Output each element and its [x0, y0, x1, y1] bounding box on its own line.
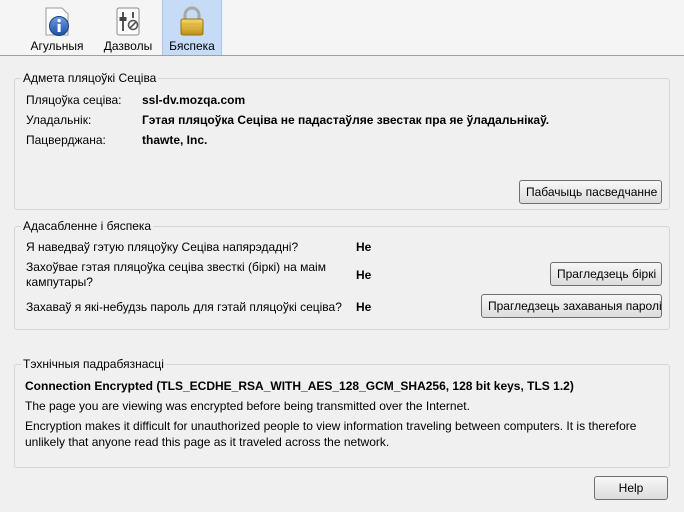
- view-certificate-button[interactable]: Пабачыць пасведчанне: [519, 180, 662, 204]
- tab-general[interactable]: Агульныя: [22, 0, 92, 55]
- website-value: ssl-dv.mozqa.com: [142, 93, 246, 107]
- privacy-title: Адасабленне і бяспека: [21, 219, 154, 233]
- owner-value: Гэтая пляцоўка Сеціва не падастаўляе зве…: [142, 113, 550, 127]
- permissions-icon: [116, 7, 140, 36]
- visited-question: Я наведваў гэтую пляцоўку Сеціва напярэд…: [26, 240, 299, 254]
- passwords-question: Захаваў я які-небудзь пароль для гэтай п…: [26, 300, 342, 314]
- connection-status: Connection Encrypted (TLS_ECDHE_RSA_WITH…: [25, 379, 574, 393]
- encryption-line-2: Encryption makes it difficult for unauth…: [25, 419, 637, 449]
- technical-group: Тэхнічныя падрабязнасці Connection Encry…: [14, 357, 670, 468]
- cookies-question: Захоўвае гэтая пляцоўка сеціва звесткі (…: [26, 260, 326, 289]
- website-label: Пляцоўка сеціва:: [26, 93, 122, 107]
- owner-label: Уладальнік:: [26, 113, 92, 127]
- technical-title: Тэхнічныя падрабязнасці: [21, 357, 166, 371]
- identity-title: Адмета пляцоўкі Сеціва: [21, 71, 159, 85]
- tab-security[interactable]: Бяспека: [162, 0, 222, 55]
- cookies-answer: Не: [356, 268, 372, 282]
- tab-permissions[interactable]: Дазволы: [96, 0, 160, 55]
- privacy-group: Адасабленне і бяспека Я наведваў гэтую п…: [14, 219, 670, 330]
- verified-label: Пацверджана:: [26, 133, 106, 147]
- verified-value: thawte, Inc.: [142, 133, 208, 147]
- tab-security-label: Бяспека: [169, 39, 215, 53]
- passwords-answer: Не: [356, 300, 372, 314]
- info-icon: [45, 7, 69, 36]
- view-passwords-button[interactable]: Прагледзець захаваныя паролі: [481, 294, 662, 318]
- toolbar: Агульныя Дазволы Бяспека: [0, 0, 684, 56]
- visited-answer: Не: [356, 240, 372, 254]
- tab-permissions-label: Дазволы: [103, 39, 153, 53]
- help-button[interactable]: Help: [594, 476, 668, 500]
- identity-group: Адмета пляцоўкі Сеціва Пляцоўка сеціва: …: [14, 71, 670, 210]
- encryption-line-1: The page you are viewing was encrypted b…: [25, 399, 470, 413]
- view-cookies-button[interactable]: Прагледзець біркі: [550, 262, 662, 286]
- lock-icon: [180, 6, 204, 36]
- tab-general-label: Агульныя: [30, 39, 84, 53]
